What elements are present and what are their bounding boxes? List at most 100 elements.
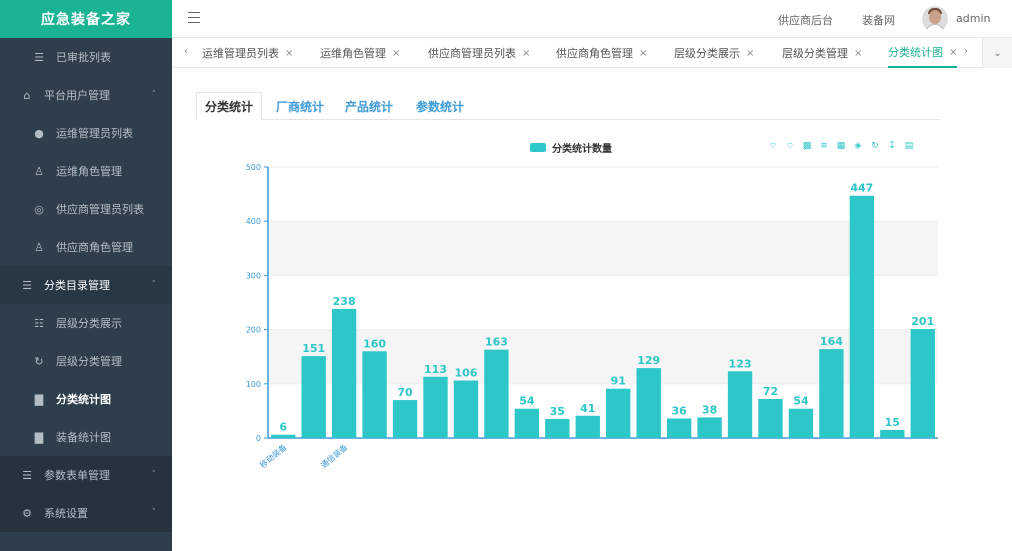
sidebar-item[interactable]: ☰ 分类目录管理 ˄ (0, 266, 172, 304)
app-logo[interactable]: 应急装备之家 (0, 0, 172, 38)
sidebar-item[interactable]: ☷ 层级分类展示 (0, 304, 172, 342)
supplier-backend-link[interactable]: 供应商后台 (778, 12, 833, 28)
bar-chart: 0 100 200 300 400 500 6 移动装备 151 238 通信装备 160 70 113 1… (246, 163, 938, 470)
tab-param-stats[interactable]: 参数统计 (416, 92, 464, 120)
sidebar-item-label: 平台用户管理 (44, 89, 110, 102)
line-view-icon[interactable]: ≌ (819, 141, 829, 151)
chart-bar (910, 329, 935, 438)
tab-scroll-right-icon[interactable]: › (964, 46, 968, 57)
sidebar-item[interactable]: ⌂ 平台用户管理 ˄ (0, 76, 172, 114)
chevron-up-icon: ˄ (151, 280, 157, 290)
sidebar-item[interactable]: ⚙ 系统设置 ˅ (0, 494, 172, 532)
stats-tabs: 分类统计 厂商统计 产品统计 参数统计 (196, 92, 940, 120)
tab-label: 层级分类展示 (674, 47, 740, 60)
x-tick-label: 移动装备 (258, 442, 289, 470)
tab-label: 运维管理员列表 (202, 47, 279, 60)
data-view-icon[interactable]: ▤ (904, 141, 914, 151)
chart-bar (575, 415, 600, 438)
tab-vendor-stats[interactable]: 厂商统计 (276, 92, 324, 120)
bar-value-label: 15 (885, 416, 900, 429)
bar-value-label: 6 (279, 421, 287, 434)
username[interactable]: admin (956, 12, 990, 25)
bar-chart-icon: ▇ (34, 392, 44, 406)
close-icon[interactable]: × (639, 48, 647, 59)
download-icon[interactable]: ↧ (887, 141, 897, 151)
chart-bar (819, 349, 844, 438)
hierarchy-icon: ☷ (34, 316, 44, 330)
legend-swatch (530, 143, 546, 152)
chart-toolbox: ⌔ ⌔ ▩ ≌ ▦ ◈ ↻ ↧ ▤ (768, 141, 914, 152)
sidebar-item[interactable]: ☰ 已审批列表 (0, 38, 172, 76)
close-icon[interactable]: × (285, 48, 293, 59)
sidebar-item[interactable]: ☰ 参数表单管理 ˅ (0, 456, 172, 494)
y-tick-label: 100 (246, 380, 261, 389)
sidebar-item[interactable]: ▇ 装备统计图 (0, 418, 172, 456)
tab-item[interactable]: 供应商管理员列表 × (428, 38, 530, 68)
bar-value-label: 113 (424, 363, 447, 376)
tab-item[interactable]: 层级分类展示 × (674, 38, 754, 68)
sidebar-item[interactable]: ♙ 运维角色管理 (0, 152, 172, 190)
tab-category-stats[interactable]: 分类统计 (196, 92, 263, 120)
tab-item[interactable]: 分类统计图 × (888, 38, 958, 68)
chart-bar (484, 349, 509, 438)
refresh-icon: ↻ (34, 354, 44, 368)
refresh-icon[interactable]: ↻ (870, 141, 880, 151)
chart-bar (666, 418, 692, 438)
zoom-icon[interactable]: ⌔ (768, 141, 778, 152)
chevron-down-icon: ˅ (151, 470, 157, 480)
close-icon[interactable]: × (746, 48, 754, 59)
sidebar-item[interactable]: ● 运维管理员列表 (0, 114, 172, 152)
tab-label: 供应商管理员列表 (428, 47, 516, 60)
tab-label: 分类统计图 (888, 46, 943, 59)
close-icon[interactable]: × (392, 48, 400, 59)
bar-value-label: 35 (550, 405, 565, 418)
bar-value-label: 70 (397, 386, 413, 399)
tab-item[interactable]: 运维管理员列表 × (202, 38, 293, 68)
chart-bar (453, 380, 479, 438)
sidebar-item[interactable]: ▇ 分类统计图 (0, 380, 172, 418)
bar-value-label: 54 (519, 395, 535, 408)
bar-value-label: 38 (702, 403, 717, 416)
chart-bar (331, 309, 357, 438)
grid-icon[interactable]: ▦ (836, 141, 846, 151)
legend-label: 分类统计数量 (552, 144, 612, 155)
avatar[interactable] (922, 6, 948, 32)
list-icon: ☰ (22, 468, 32, 482)
chart-legend[interactable]: 分类统计数量 (530, 140, 612, 155)
close-icon[interactable]: × (949, 47, 957, 58)
sidebar-item-label: 参数表单管理 (44, 469, 110, 482)
zoom-reset-icon[interactable]: ⌔ (785, 141, 795, 152)
sidebar-item[interactable]: ↻ 层级分类管理 (0, 342, 172, 380)
equipment-site-link[interactable]: 装备网 (862, 12, 895, 28)
tab-item[interactable]: 供应商角色管理 × (556, 38, 647, 68)
tab-item[interactable]: 运维角色管理 × (320, 38, 400, 68)
chart-bar (636, 368, 661, 438)
sidebar-item[interactable]: ◎ 供应商管理员列表 (0, 190, 172, 228)
close-icon[interactable]: × (854, 48, 862, 59)
tab-scroll-left-icon[interactable]: ‹ (184, 46, 188, 57)
menu-toggle-icon[interactable] (188, 12, 200, 24)
chart-bar (849, 195, 875, 438)
tab-bar: ‹ 运维管理员列表 × 运维角色管理 × 供应商管理员列表 × 供应商角色管理 × 层级分类展示… (172, 38, 1012, 68)
list-icon: ☰ (22, 278, 32, 292)
y-tick-label: 500 (246, 163, 261, 172)
sidebar-item[interactable]: ♙ 供应商角色管理 (0, 228, 172, 266)
user-tie-icon: ♙ (34, 164, 44, 178)
tab-product-stats[interactable]: 产品统计 (345, 92, 393, 120)
stack-icon[interactable]: ◈ (853, 141, 863, 151)
chart-bar (271, 434, 296, 438)
bar-value-label: 91 (611, 375, 626, 388)
sidebar-item-label: 供应商角色管理 (56, 241, 133, 254)
sidebar-item-label: 运维管理员列表 (56, 127, 133, 140)
tab-menu-chevron-down-icon[interactable]: ⌄ (982, 38, 1012, 68)
bar-value-label: 72 (763, 385, 778, 398)
chevron-down-icon: ˅ (151, 508, 157, 518)
chart-bar (392, 400, 418, 438)
chevron-up-icon: ˄ (151, 90, 157, 100)
bar-view-icon[interactable]: ▩ (802, 141, 812, 151)
bar-value-label: 54 (793, 395, 809, 408)
tab-item[interactable]: 层级分类管理 × (782, 38, 862, 68)
chart-bar (697, 417, 722, 438)
user-icon: ● (34, 126, 44, 140)
close-icon[interactable]: × (522, 48, 530, 59)
